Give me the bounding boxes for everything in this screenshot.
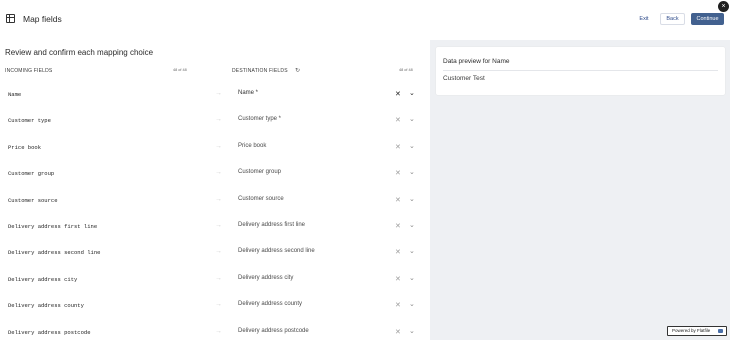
mapping-row: Delivery address second line → Delivery ad… (0, 242, 430, 268)
x-icon[interactable]: ✕ (395, 248, 401, 256)
arrow-right-icon: → (215, 90, 222, 97)
exit-button[interactable]: Exit (634, 13, 654, 25)
destination-field-select[interactable]: Customer source (238, 196, 284, 202)
incoming-field: Delivery address county (8, 302, 84, 310)
arrow-right-icon: → (215, 169, 222, 177)
destination-field-select[interactable]: Customer type * (238, 116, 281, 122)
mapping-row: Price book → Price book ✕ ⌄ (0, 137, 430, 163)
x-icon[interactable]: ✕ (395, 90, 401, 98)
mapping-panel: Review and confirm each mapping choice I… (0, 40, 430, 340)
x-icon[interactable]: ✕ (395, 169, 401, 177)
chevron-down-icon[interactable]: ⌄ (409, 89, 415, 97)
chevron-down-icon[interactable]: ⌄ (409, 327, 415, 335)
continue-button[interactable]: Continue (691, 13, 724, 25)
arrow-right-icon: → (215, 195, 222, 203)
destination-field-select[interactable]: Delivery address city (238, 275, 293, 281)
mapping-heading: Review and confirm each mapping choice (5, 48, 154, 57)
incoming-field: Price book (8, 143, 42, 151)
x-icon[interactable]: ✕ (395, 143, 401, 151)
x-icon[interactable]: ✕ (395, 196, 401, 204)
powered-by-badge[interactable]: Powered by Flatfile (667, 326, 727, 336)
destination-field-select[interactable]: Customer group (238, 169, 281, 175)
destination-field-select[interactable]: Name * (238, 90, 258, 96)
destination-field-select[interactable]: Price book (238, 143, 266, 149)
destination-count: 48 of 48 (399, 68, 413, 72)
destination-field-select[interactable]: Delivery address second line (238, 248, 315, 254)
incoming-field: Customer type (8, 117, 51, 125)
x-icon[interactable]: ✕ (395, 116, 401, 124)
top-bar: Map fields Exit Back Continue × (0, 0, 730, 40)
arrow-right-icon: → (215, 142, 222, 150)
incoming-field: Delivery address first line (8, 223, 98, 230)
close-icon[interactable]: × (718, 1, 729, 12)
incoming-fields-label: INCOMING FIELDS (5, 68, 53, 74)
destination-field-select[interactable]: Delivery address county (238, 301, 302, 307)
arrow-right-icon: → (215, 116, 222, 124)
chevron-down-icon[interactable]: ⌄ (409, 115, 415, 123)
refresh-icon[interactable]: ↻ (295, 67, 300, 74)
chevron-down-icon[interactable]: ⌄ (409, 195, 415, 203)
grid-icon (6, 14, 15, 23)
destination-fields-label: DESTINATION FIELDS (232, 68, 288, 74)
page-title: Map fields (23, 14, 62, 24)
preview-card: Data preview for Name Customer Test (436, 47, 725, 95)
mapping-row: Customer type → Customer type * ✕ ⌄ (0, 110, 430, 136)
x-icon[interactable]: ✕ (395, 301, 401, 309)
destination-field-select[interactable]: Delivery address postcode (238, 328, 309, 334)
chevron-down-icon[interactable]: ⌄ (409, 300, 415, 308)
mapping-row: Customer group → Customer group ✕ ⌄ (0, 163, 430, 189)
arrow-right-icon: → (215, 274, 222, 282)
mapping-row: Delivery address postcode → Delivery addre… (0, 322, 430, 340)
incoming-field: Name (8, 91, 22, 98)
chevron-down-icon[interactable]: ⌄ (409, 221, 415, 229)
chevron-down-icon[interactable]: ⌄ (409, 168, 415, 176)
arrow-right-icon: → (215, 301, 222, 309)
mapping-row: Delivery address county → Delivery address… (0, 295, 430, 321)
mapping-row: Name → Name * ✕ ⌄ (0, 84, 430, 110)
arrow-right-icon: → (215, 248, 222, 256)
mapping-row: Delivery address first line → Delivery add… (0, 216, 430, 242)
preview-divider (443, 70, 718, 71)
powered-by-label: Powered by Flatfile (672, 328, 711, 333)
incoming-field: Customer group (8, 170, 55, 178)
preview-panel: Data preview for Name Customer Test (430, 40, 730, 340)
mapping-row: Customer source → Customer source ✕ ⌄ (0, 190, 430, 216)
incoming-count: 48 of 48 (173, 68, 187, 72)
incoming-field: Delivery address city (8, 275, 78, 283)
preview-title: Data preview for Name (443, 58, 510, 65)
arrow-right-icon: → (215, 222, 222, 229)
chevron-down-icon[interactable]: ⌄ (409, 142, 415, 150)
incoming-field: Delivery address second line (8, 249, 101, 257)
x-icon[interactable]: ✕ (395, 275, 401, 283)
flatfile-logo-icon (718, 329, 723, 333)
chevron-down-icon[interactable]: ⌄ (409, 247, 415, 255)
destination-field-select[interactable]: Delivery address first line (238, 222, 305, 228)
preview-value: Customer Test (443, 75, 485, 82)
back-button[interactable]: Back (660, 13, 685, 25)
mapping-row: Delivery address city → Delivery address c… (0, 269, 430, 295)
incoming-field: Delivery address postcode (8, 328, 91, 336)
arrow-right-icon: → (215, 327, 222, 335)
x-icon[interactable]: ✕ (395, 222, 401, 230)
chevron-down-icon[interactable]: ⌄ (409, 274, 415, 282)
incoming-field: Customer source (8, 196, 58, 204)
x-icon[interactable]: ✕ (395, 328, 401, 336)
